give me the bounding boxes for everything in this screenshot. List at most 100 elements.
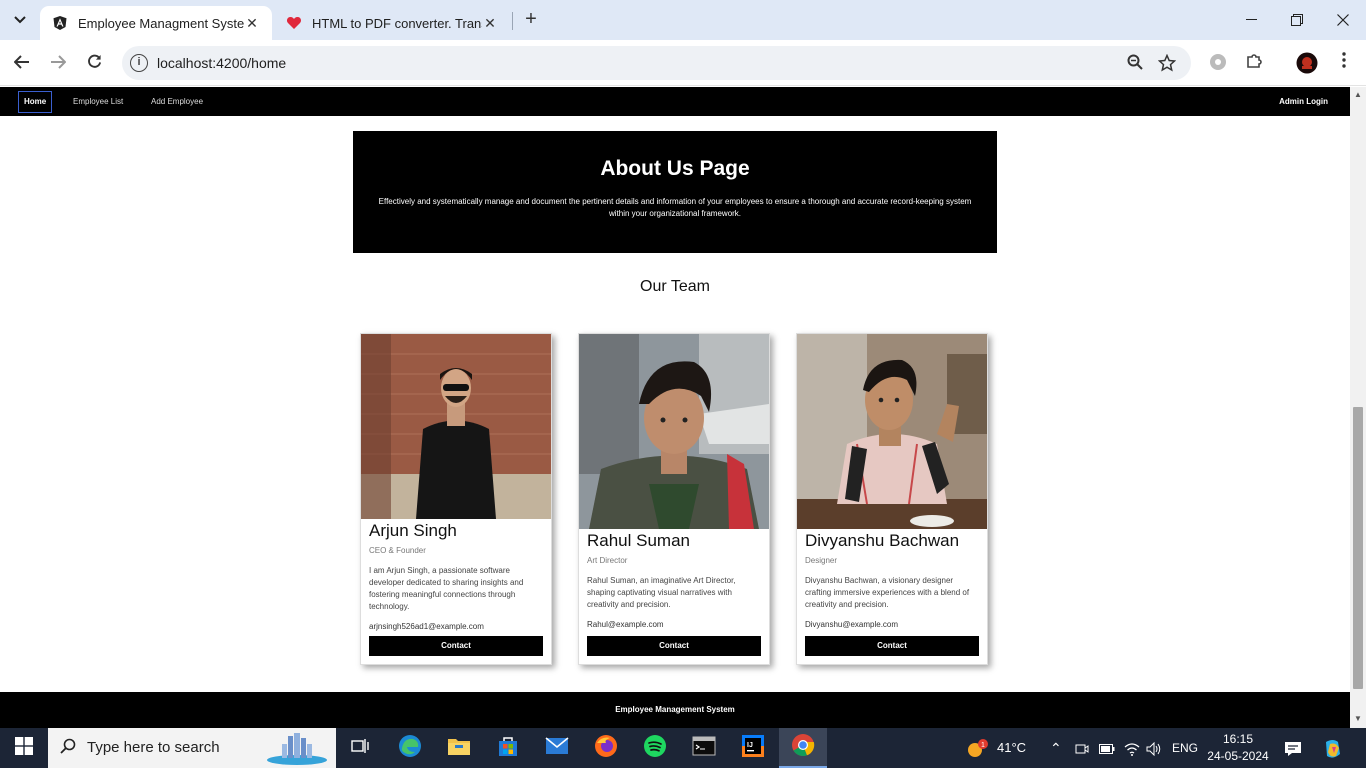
chrome-app[interactable] — [779, 728, 827, 768]
task-view-button[interactable] — [336, 728, 384, 768]
contact-button[interactable]: Contact — [587, 636, 761, 656]
store-app[interactable] — [484, 728, 532, 768]
extensions-puzzle-icon[interactable] — [1243, 52, 1265, 74]
task-view-icon — [351, 738, 369, 759]
about-title: About Us Page — [600, 157, 750, 180]
member-name: Rahul Suman — [587, 531, 691, 550]
minimize-button[interactable] — [1228, 0, 1274, 40]
nav-admin-login-link[interactable]: Admin Login — [1279, 87, 1328, 116]
bookmark-star-icon[interactable] — [1157, 53, 1177, 72]
member-email: arjnsingh526ad1@example.com — [369, 622, 484, 631]
team-card: Arjun Singh CEO & Founder I am Arjun Sin… — [360, 333, 552, 665]
weather-temp[interactable]: 41°C — [997, 728, 1026, 768]
member-role: Designer — [805, 556, 838, 565]
member-email: Divyanshu@example.com — [805, 620, 899, 629]
forward-button[interactable] — [44, 49, 72, 77]
notification-icon[interactable] — [1284, 728, 1302, 768]
tab-title: Employee Managment System — [78, 15, 244, 31]
weather-icon[interactable]: 1 — [965, 728, 989, 768]
member-role: CEO & Founder — [369, 546, 426, 555]
close-tab-icon[interactable]: ✕ — [244, 15, 260, 32]
windows-icon — [15, 736, 33, 760]
team-card: Rahul Suman Art Director Rahul Suman, an… — [578, 333, 770, 665]
site-footer: Employee Management System — [0, 692, 1350, 728]
site-navbar: Home Employee List Add Employee Admin Lo… — [0, 87, 1350, 116]
folder-icon — [447, 736, 471, 761]
member-photo — [797, 334, 987, 529]
firefox-icon — [594, 734, 618, 763]
search-icon — [60, 738, 76, 759]
reload-icon — [87, 53, 102, 74]
clock-date: 24-05-2024 — [1207, 749, 1269, 763]
tab-html-pdf[interactable]: HTML to PDF converter. Transfo ✕ — [274, 6, 510, 40]
meet-now-icon[interactable] — [1075, 728, 1089, 768]
team-title: Our Team — [640, 278, 710, 295]
contact-button[interactable]: Contact — [369, 636, 543, 656]
search-placeholder: Type here to search — [87, 739, 220, 756]
contact-button[interactable]: Contact — [805, 636, 979, 656]
copilot-icon[interactable] — [1322, 728, 1344, 768]
svg-text:IJ: IJ — [747, 742, 753, 749]
url-text[interactable]: localhost:4200/home — [157, 55, 286, 71]
page-viewport: Home Employee List Add Employee Admin Lo… — [0, 87, 1350, 728]
nav-add-employee-link[interactable]: Add Employee — [151, 87, 203, 116]
tab-search-button[interactable] — [6, 6, 34, 34]
taskbar: Type here to search IJ 1 41°C ⌃ ENG 16:1… — [0, 728, 1366, 768]
file-explorer-app[interactable] — [435, 728, 483, 768]
close-window-button[interactable] — [1320, 0, 1366, 40]
member-name: Divyanshu Bachwan — [805, 531, 960, 550]
tab-strip: Employee Managment System ✕ HTML to PDF … — [0, 0, 1366, 40]
wifi-icon[interactable] — [1124, 728, 1140, 768]
store-icon — [497, 735, 519, 762]
restore-button[interactable] — [1274, 0, 1320, 40]
address-bar[interactable]: i localhost:4200/home — [122, 46, 1191, 80]
clock-time: 16:15 — [1222, 732, 1254, 746]
chrome-icon — [791, 733, 815, 762]
about-text: Effectively and systematically manage an… — [378, 197, 972, 218]
terminal-icon — [692, 736, 716, 761]
info-icon[interactable]: i — [130, 54, 148, 72]
member-description: Rahul Suman, an imaginative Art Director… — [587, 576, 736, 609]
language-indicator[interactable]: ENG — [1172, 728, 1198, 768]
angular-icon — [52, 15, 68, 31]
member-photo — [579, 334, 769, 529]
chevron-up-icon[interactable]: ⌃ — [1050, 728, 1062, 768]
browser-menu-icon[interactable] — [1333, 52, 1355, 74]
edge-app[interactable] — [386, 728, 434, 768]
close-tab-icon[interactable]: ✕ — [482, 15, 498, 32]
weather-badge: 1 — [981, 742, 985, 749]
nav-home-link[interactable]: Home — [18, 91, 53, 113]
member-description: Divyanshu Bachwan, a visionary designer … — [805, 576, 970, 609]
intellij-icon: IJ — [741, 734, 765, 763]
member-name: Arjun Singh — [369, 521, 457, 540]
about-section: About Us Page Effectively and systematic… — [353, 131, 997, 253]
battery-icon[interactable] — [1099, 728, 1115, 768]
mail-app[interactable] — [533, 728, 581, 768]
nav-employee-list-link[interactable]: Employee List — [73, 87, 123, 116]
arrow-left-icon — [13, 53, 30, 74]
new-tab-button[interactable]: + — [520, 8, 542, 32]
start-button[interactable] — [0, 728, 48, 768]
clock[interactable]: 16:15 24-05-2024 — [1206, 731, 1270, 765]
reload-button[interactable] — [80, 49, 108, 77]
zoom-icon[interactable] — [1126, 54, 1144, 72]
browser-toolbar: i localhost:4200/home — [0, 40, 1366, 86]
tab-title: HTML to PDF converter. Transfo — [312, 15, 482, 31]
tab-employee-system[interactable]: Employee Managment System ✕ — [40, 6, 272, 40]
member-role: Art Director — [587, 556, 628, 565]
scroll-down-icon[interactable]: ▼ — [1353, 714, 1363, 724]
taskbar-search[interactable]: Type here to search — [48, 728, 336, 768]
member-email: Rahul@example.com — [587, 620, 664, 629]
terminal-app[interactable] — [680, 728, 728, 768]
scroll-up-icon[interactable]: ▲ — [1353, 90, 1363, 100]
extension-icon[interactable] — [1207, 52, 1229, 74]
page-scrollbar[interactable]: ▲ ▼ — [1350, 87, 1366, 728]
firefox-app[interactable] — [582, 728, 630, 768]
scroll-thumb[interactable] — [1353, 407, 1363, 689]
search-highlight-image — [267, 733, 327, 765]
profile-avatar[interactable] — [1296, 52, 1318, 74]
back-button[interactable] — [8, 49, 36, 77]
volume-icon[interactable] — [1146, 728, 1162, 768]
intellij-app[interactable]: IJ — [729, 728, 777, 768]
spotify-app[interactable] — [631, 728, 679, 768]
